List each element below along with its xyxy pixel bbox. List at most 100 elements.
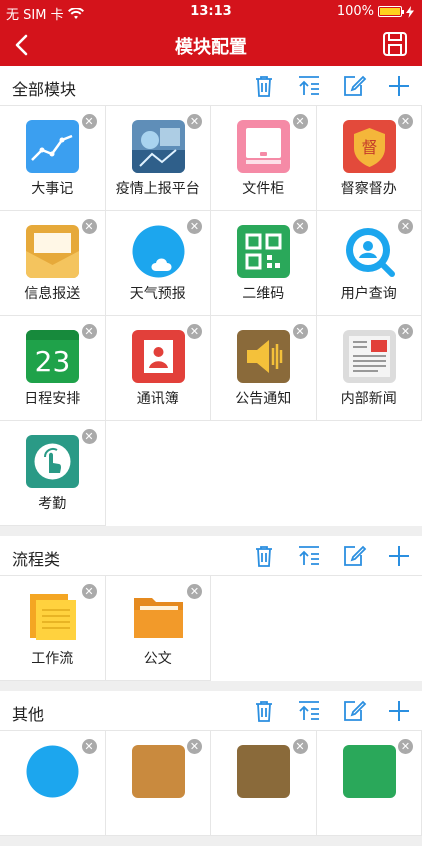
module-tile[interactable]: 用户查询 ✕ xyxy=(317,211,422,316)
sort-to-top-icon[interactable] xyxy=(296,543,322,569)
module-label: 二维码 xyxy=(211,283,316,303)
remove-icon[interactable]: ✕ xyxy=(82,219,97,234)
module-label: 天气预报 xyxy=(106,283,211,303)
module-label: 工作流 xyxy=(0,648,105,668)
remove-icon[interactable]: ✕ xyxy=(187,324,202,339)
save-icon[interactable] xyxy=(382,31,408,57)
module-tile[interactable]: ✕ xyxy=(0,731,106,836)
module-grid: 大事记 ✕ 疫情上报平台 ✕ 文件柜 ✕ 督 督察督办 ✕ 信息报送 xyxy=(0,106,422,526)
remove-icon[interactable]: ✕ xyxy=(82,739,97,754)
remove-icon[interactable]: ✕ xyxy=(187,739,202,754)
module-label: 大事记 xyxy=(0,178,105,198)
edit-icon[interactable] xyxy=(341,73,367,99)
contact-book-icon xyxy=(132,330,185,383)
sort-to-top-icon[interactable] xyxy=(296,698,322,724)
module-config-list[interactable]: 全部模块 大事记 ✕ 疫情上报平台 ✕ 文件柜 ✕ xyxy=(0,66,422,846)
olive-app-icon xyxy=(237,745,290,798)
user-search-icon xyxy=(343,225,396,278)
remove-icon[interactable]: ✕ xyxy=(82,324,97,339)
module-label: 考勤 xyxy=(0,493,105,513)
trash-icon[interactable] xyxy=(251,73,277,99)
qr-code-icon xyxy=(237,225,290,278)
battery-icon xyxy=(378,6,402,17)
add-icon[interactable] xyxy=(386,698,412,724)
section-header: 其他 xyxy=(0,691,422,731)
remove-icon[interactable]: ✕ xyxy=(293,324,308,339)
module-tile[interactable]: 信息报送 ✕ xyxy=(0,211,106,316)
sort-to-top-icon[interactable] xyxy=(296,73,322,99)
calendar-icon: 23 xyxy=(26,330,79,383)
add-icon[interactable] xyxy=(386,73,412,99)
module-label: 督察督办 xyxy=(317,178,422,198)
announcement-speaker-icon xyxy=(237,330,290,383)
remove-icon[interactable]: ✕ xyxy=(398,219,413,234)
supervise-char: 督 xyxy=(361,138,377,157)
module-label: 公文 xyxy=(106,648,211,668)
calendar-day: 23 xyxy=(35,345,71,378)
page-title: 模块配置 xyxy=(0,33,422,59)
remove-icon[interactable]: ✕ xyxy=(293,739,308,754)
newspaper-icon xyxy=(343,330,396,383)
remove-icon[interactable]: ✕ xyxy=(398,739,413,754)
section-workflow: 流程类 工作流 ✕ 公文 ✕ xyxy=(0,536,422,681)
attendance-touch-icon xyxy=(26,435,79,488)
section-all-modules: 全部模块 大事记 ✕ 疫情上报平台 ✕ 文件柜 ✕ xyxy=(0,66,422,526)
remove-icon[interactable]: ✕ xyxy=(187,114,202,129)
brown-app-icon xyxy=(132,745,185,798)
module-tile[interactable]: 督 督察督办 ✕ xyxy=(317,106,422,211)
remove-icon[interactable]: ✕ xyxy=(82,429,97,444)
module-label: 信息报送 xyxy=(0,283,105,303)
module-tile[interactable]: 文件柜 ✕ xyxy=(211,106,317,211)
module-label: 用户查询 xyxy=(317,283,422,303)
module-tile[interactable]: 疫情上报平台 ✕ xyxy=(106,106,212,211)
remove-icon[interactable]: ✕ xyxy=(187,219,202,234)
section-title: 流程类 xyxy=(12,546,60,570)
status-bar: 无 SIM 卡 13:13 100% xyxy=(0,0,422,24)
weather-icon xyxy=(132,225,185,278)
remove-icon[interactable]: ✕ xyxy=(398,114,413,129)
module-grid: ✕ ✕ ✕ ✕ xyxy=(0,731,422,836)
module-tile[interactable]: ✕ xyxy=(211,731,317,836)
remove-icon[interactable]: ✕ xyxy=(398,324,413,339)
green-app-icon xyxy=(343,745,396,798)
module-tile[interactable]: 内部新闻 ✕ xyxy=(317,316,422,421)
folder-icon xyxy=(132,590,185,643)
edit-icon[interactable] xyxy=(341,543,367,569)
module-label: 日程安排 xyxy=(0,388,105,408)
trash-icon[interactable] xyxy=(251,543,277,569)
section-toolbar xyxy=(251,698,412,724)
remove-icon[interactable]: ✕ xyxy=(82,584,97,599)
section-other: 其他 ✕ ✕ ✕ ✕ xyxy=(0,691,422,836)
module-tile[interactable]: 二维码 ✕ xyxy=(211,211,317,316)
module-tile[interactable]: 大事记 ✕ xyxy=(0,106,106,211)
module-label: 文件柜 xyxy=(211,178,316,198)
remove-icon[interactable]: ✕ xyxy=(293,114,308,129)
remove-icon[interactable]: ✕ xyxy=(82,114,97,129)
section-toolbar xyxy=(251,543,412,569)
module-label: 通讯簿 xyxy=(106,388,211,408)
section-toolbar xyxy=(251,73,412,99)
workflow-document-icon xyxy=(26,590,79,643)
module-tile[interactable]: 公告通知 ✕ xyxy=(211,316,317,421)
module-tile[interactable]: 23 日程安排 ✕ xyxy=(0,316,106,421)
module-tile[interactable]: ✕ xyxy=(317,731,422,836)
add-icon[interactable] xyxy=(386,543,412,569)
section-header: 流程类 xyxy=(0,536,422,576)
file-cabinet-icon xyxy=(237,120,290,173)
edit-icon[interactable] xyxy=(341,698,367,724)
module-tile[interactable]: 天气预报 ✕ xyxy=(106,211,212,316)
module-label: 内部新闻 xyxy=(317,388,422,408)
section-title: 其他 xyxy=(12,701,44,725)
nav-bar: 模块配置 xyxy=(0,24,422,66)
module-tile[interactable]: ✕ xyxy=(106,731,212,836)
charging-bolt-icon xyxy=(406,6,414,18)
module-tile[interactable]: 工作流 ✕ xyxy=(0,576,106,681)
supervise-badge-icon: 督 xyxy=(343,120,396,173)
module-tile[interactable]: 考勤 ✕ xyxy=(0,421,106,526)
remove-icon[interactable]: ✕ xyxy=(187,584,202,599)
module-tile[interactable]: 公文 ✕ xyxy=(106,576,212,681)
remove-icon[interactable]: ✕ xyxy=(293,219,308,234)
module-tile[interactable]: 通讯簿 ✕ xyxy=(106,316,212,421)
chart-line-icon xyxy=(26,120,79,173)
trash-icon[interactable] xyxy=(251,698,277,724)
